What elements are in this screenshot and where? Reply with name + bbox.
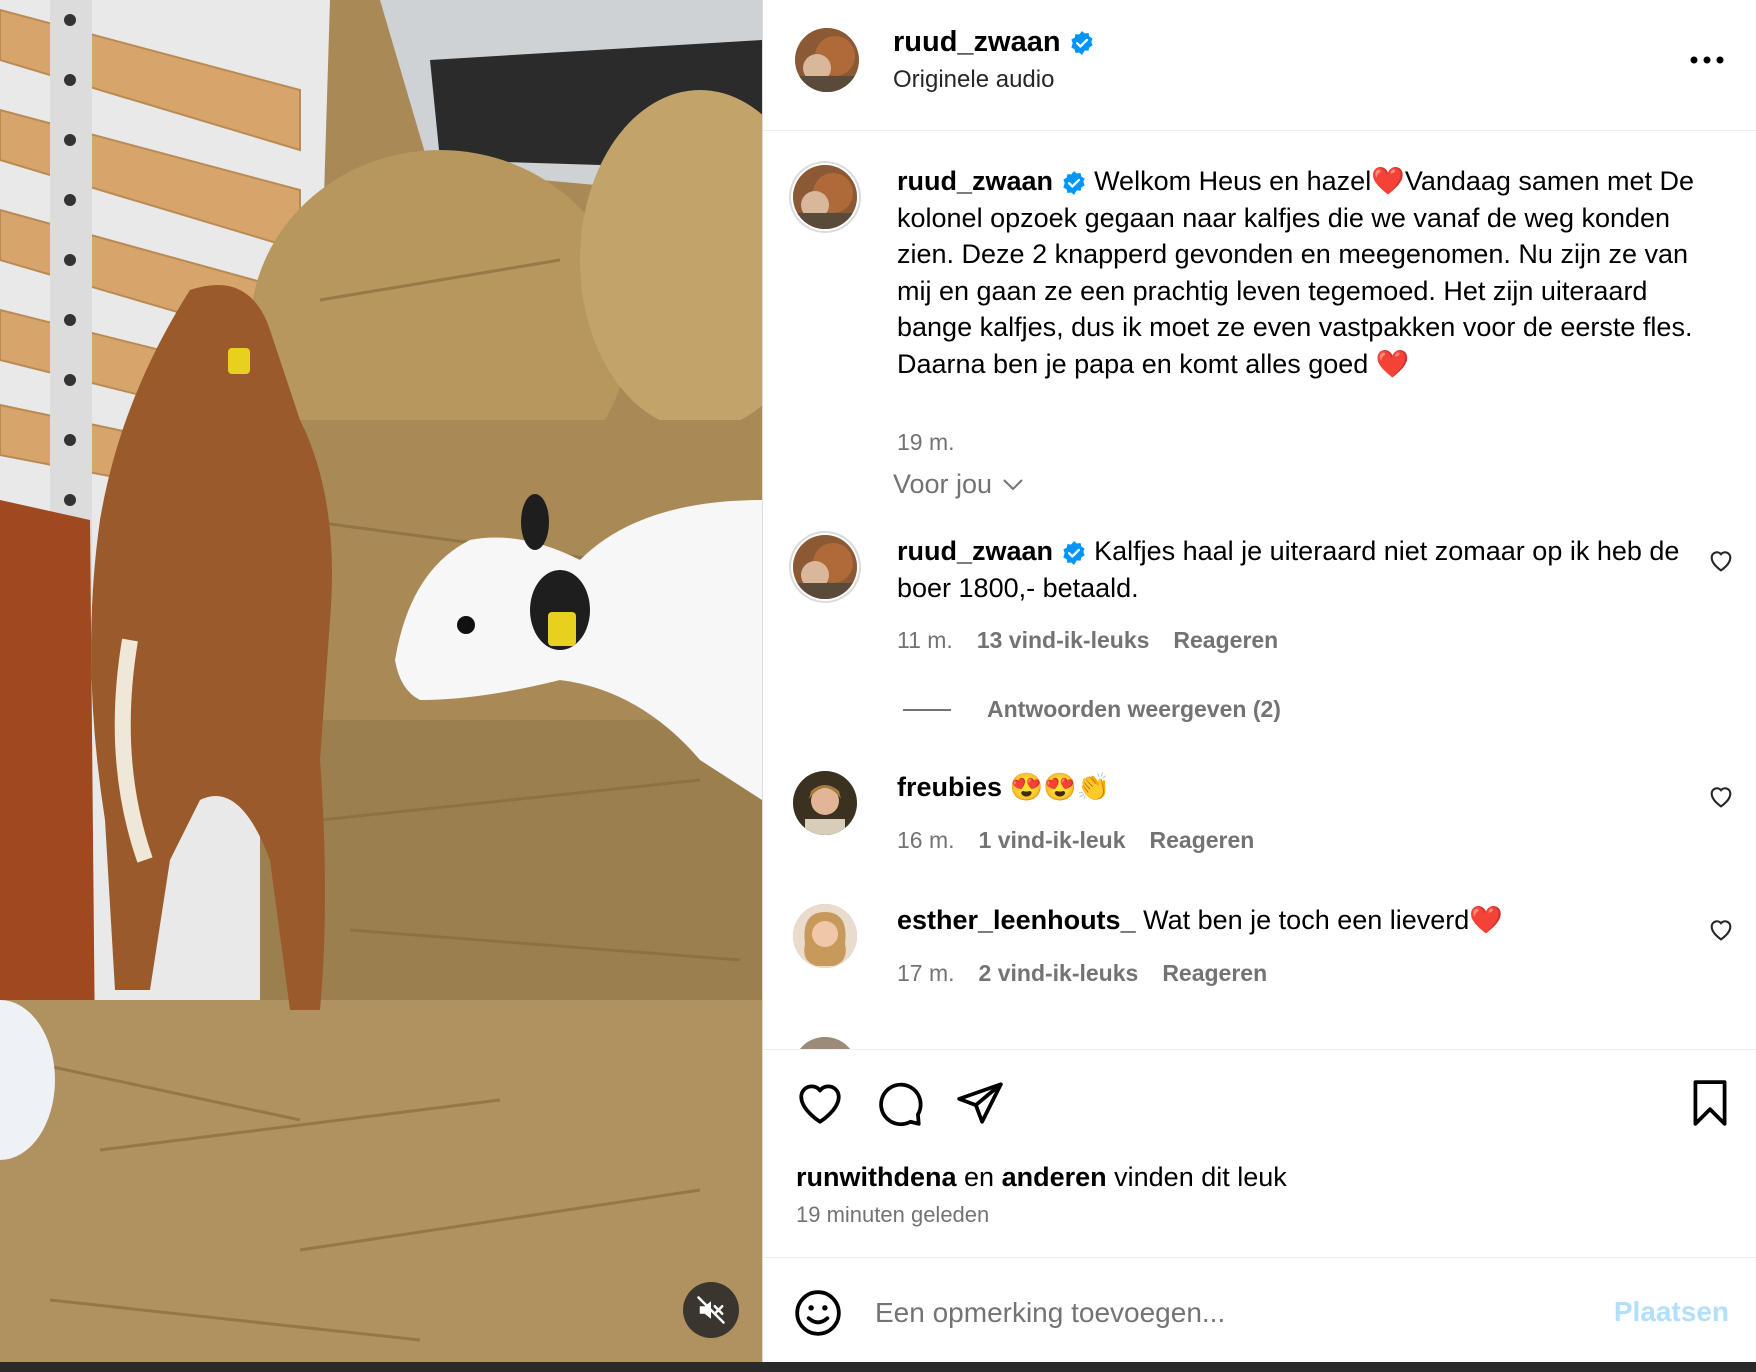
comment-input[interactable] <box>873 1284 1597 1342</box>
comment-avatar[interactable] <box>793 904 857 968</box>
replies-divider <box>903 708 951 711</box>
like-comment-heart-icon[interactable] <box>1707 547 1735 575</box>
comment-text: Wat ben je toch een lieverd❤️ <box>1143 905 1503 935</box>
likes-suffix: vinden dit leuk <box>1114 1162 1287 1192</box>
comment-text-block: esther_leenhouts_ Wat ben je toch een li… <box>897 902 1697 939</box>
window-bottom-strip <box>0 1362 1756 1372</box>
verified-badge-icon <box>1062 170 1085 195</box>
comment-username[interactable]: freubies <box>897 772 1002 802</box>
header-username[interactable]: ruud_zwaan <box>893 26 1061 59</box>
more-options-button[interactable] <box>1685 44 1729 76</box>
likes-summary: runwithdena en anderen vinden dit leuk <box>796 1162 1287 1193</box>
save-bookmark-icon[interactable] <box>1685 1078 1735 1128</box>
comments-list[interactable]: ruud_zwaan Welkom Heus en hazel❤️Vandaag… <box>763 131 1756 1049</box>
reply-button[interactable]: Reageren <box>1150 827 1255 854</box>
comment-time[interactable]: 16 m. <box>897 827 955 854</box>
mute-button[interactable] <box>683 1282 739 1338</box>
view-replies-label: Antwoorden weergeven (2) <box>987 696 1281 722</box>
post-comment-button[interactable]: Plaatsen <box>1614 1296 1729 1328</box>
sort-label: Voor jou <box>893 469 993 499</box>
header-username-row: ruud_zwaan <box>893 26 1095 59</box>
comment-text-block: ruud_zwaan Kalfjes haal je uiteraard nie… <box>897 533 1697 606</box>
comment-avatar[interactable] <box>793 771 857 835</box>
add-comment-bar: Plaatsen <box>763 1257 1756 1363</box>
caption-avatar[interactable] <box>793 165 857 229</box>
speaker-muted-icon <box>697 1296 725 1324</box>
post-video[interactable] <box>0 0 762 1362</box>
sort-dropdown[interactable]: Voor jou <box>893 469 1024 500</box>
comment-time[interactable]: 11 m. <box>897 627 953 654</box>
chevron-down-icon <box>1003 478 1023 490</box>
liker-username[interactable]: runwithdena <box>796 1162 957 1192</box>
comment-bubble-icon[interactable] <box>875 1078 925 1128</box>
like-comment-heart-icon[interactable] <box>1707 783 1735 811</box>
comment-likes[interactable]: 2 vind-ik-leuks <box>979 960 1139 987</box>
comment-likes[interactable]: 13 vind-ik-leuks <box>977 627 1150 654</box>
like-heart-icon[interactable] <box>795 1078 845 1128</box>
comment-text-block: freubies 😍😍👏 <box>897 769 1697 806</box>
comment-username[interactable]: ruud_zwaan <box>897 536 1053 566</box>
comment-username[interactable]: esther_leenhouts_ <box>897 905 1136 935</box>
author-avatar[interactable] <box>795 28 859 92</box>
caption-meta: 19 m. <box>897 429 955 456</box>
audio-link[interactable]: Originele audio <box>893 66 1054 94</box>
comment-meta: 17 m. 2 vind-ik-leuks Reageren <box>897 960 1267 987</box>
likes-others-link[interactable]: anderen <box>1002 1162 1107 1192</box>
post-actions: runwithdena en anderen vinden dit leuk 1… <box>763 1049 1756 1258</box>
reply-button[interactable]: Reageren <box>1173 627 1278 654</box>
comment-likes[interactable]: 1 vind-ik-leuk <box>979 827 1126 854</box>
view-replies-button[interactable]: Antwoorden weergeven (2) <box>903 696 1281 723</box>
emoji-icon[interactable] <box>793 1288 843 1338</box>
like-comment-heart-icon[interactable] <box>1707 916 1735 944</box>
verified-badge-icon <box>1070 30 1093 55</box>
comment-avatar[interactable] <box>793 535 857 599</box>
video-frame-illustration <box>0 0 762 1362</box>
caption-time[interactable]: 19 m. <box>897 429 955 456</box>
verified-badge-icon <box>1062 540 1085 565</box>
reply-button[interactable]: Reageren <box>1162 960 1267 987</box>
comment-meta: 11 m. 13 vind-ik-leuks Reageren <box>897 627 1278 654</box>
caption-text-block: ruud_zwaan Welkom Heus en hazel❤️Vandaag… <box>897 163 1697 382</box>
caption-username[interactable]: ruud_zwaan <box>897 166 1053 196</box>
likes-en: en <box>964 1162 995 1192</box>
comment-time[interactable]: 17 m. <box>897 960 955 987</box>
comment-avatar[interactable] <box>793 1037 857 1049</box>
comment-text: 😍😍👏 <box>1009 772 1111 802</box>
share-paper-plane-icon[interactable] <box>955 1078 1005 1128</box>
caption-text: Welkom Heus en hazel❤️Vandaag samen met … <box>897 166 1694 379</box>
more-dots-icon <box>1690 56 1724 64</box>
post-details-panel: ruud_zwaan Originele audio ruud_zwaan We… <box>762 0 1756 1362</box>
comment-meta: 16 m. 1 vind-ik-leuk Reageren <box>897 827 1254 854</box>
post-timestamp[interactable]: 19 minuten geleden <box>796 1202 989 1228</box>
post-header: ruud_zwaan Originele audio <box>763 0 1756 131</box>
